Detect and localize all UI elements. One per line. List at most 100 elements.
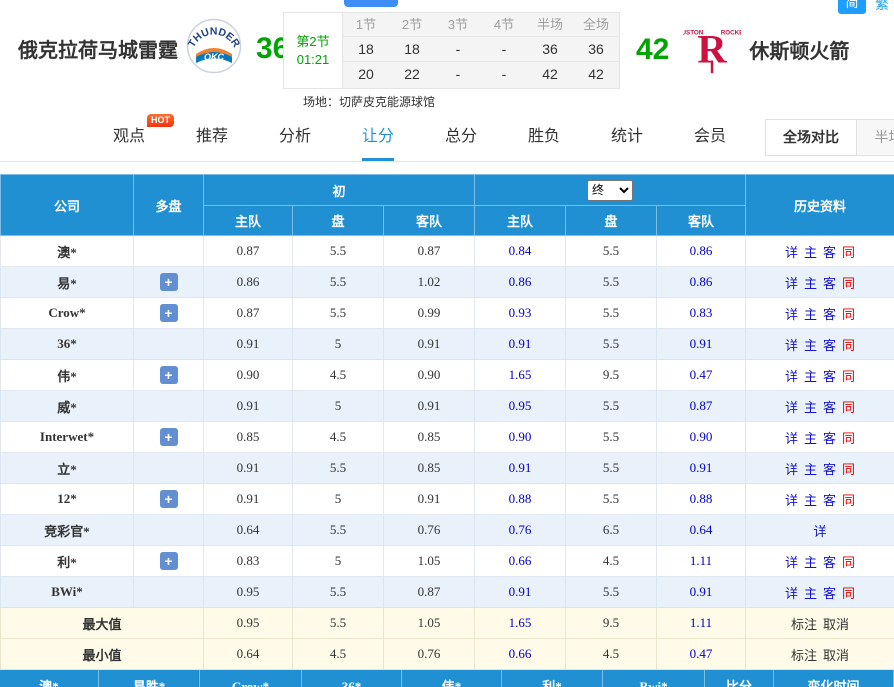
footer-column-3[interactable]: Crow*: [200, 670, 302, 687]
expand-plus-button[interactable]: +: [160, 304, 178, 322]
history-link-客[interactable]: 客: [823, 493, 836, 508]
action-link-标注[interactable]: 标注: [791, 648, 817, 663]
expand-plus-button[interactable]: +: [160, 273, 178, 291]
history-link-主[interactable]: 主: [804, 245, 817, 260]
multi-cell: [134, 453, 204, 484]
company-name: 澳*: [1, 236, 134, 267]
history-link-客[interactable]: 客: [823, 369, 836, 384]
final-away-odds: 0.91: [657, 577, 746, 608]
history-link-同[interactable]: 同: [842, 555, 855, 570]
history-link-详[interactable]: 详: [785, 369, 798, 384]
final-handicap: 5.5: [566, 422, 657, 453]
history-link-主[interactable]: 主: [804, 276, 817, 291]
footer-column-4[interactable]: 36*: [302, 670, 402, 687]
summary-final-home: 0.66: [475, 639, 566, 670]
init-handicap: 5: [293, 391, 384, 422]
action-link-取消[interactable]: 取消: [823, 617, 849, 632]
footer-column-1[interactable]: 澳*: [0, 670, 99, 687]
expand-plus-button[interactable]: +: [160, 428, 178, 446]
tab-总分[interactable]: 总分: [445, 112, 477, 161]
history-link-同[interactable]: 同: [842, 431, 855, 446]
history-link-同[interactable]: 同: [842, 586, 855, 601]
tab-胜负[interactable]: 胜负: [528, 112, 560, 161]
quarter-column-label: 4节: [481, 13, 527, 36]
summary-actions: 标注取消: [746, 639, 894, 670]
history-link-详[interactable]: 详: [785, 493, 798, 508]
multi-cell: +: [134, 360, 204, 391]
history-link-详[interactable]: 详: [785, 245, 798, 260]
nav-tabs: 观点HOT 推荐 分析 让分 总分 胜负 统计 会员: [113, 112, 777, 161]
nav-bar: 观点HOT 推荐 分析 让分 总分 胜负 统计 会员 全场对比半场对比: [0, 112, 894, 162]
history-link-主[interactable]: 主: [804, 431, 817, 446]
footer-column-8[interactable]: 比分: [705, 670, 774, 687]
init-handicap: 5: [293, 546, 384, 577]
history-link-客[interactable]: 客: [823, 307, 836, 322]
tab-推荐[interactable]: 推荐: [196, 112, 228, 161]
footer-column-7[interactable]: Bwi*: [603, 670, 705, 687]
history-link-主[interactable]: 主: [804, 462, 817, 477]
tab-label: 让分: [362, 128, 394, 145]
history-link-客[interactable]: 客: [823, 555, 836, 570]
history-link-详[interactable]: 详: [785, 431, 798, 446]
compare-toggle-button[interactable]: 全场对比: [766, 120, 857, 155]
history-link-同[interactable]: 同: [842, 307, 855, 322]
expand-plus-button[interactable]: +: [160, 552, 178, 570]
expand-plus-button[interactable]: +: [160, 366, 178, 384]
home-quarter-score: 36: [573, 37, 619, 61]
history-link-同[interactable]: 同: [842, 462, 855, 477]
history-link-客[interactable]: 客: [823, 338, 836, 353]
lang-simplified-button[interactable]: 简: [838, 0, 866, 14]
history-link-同[interactable]: 同: [842, 245, 855, 260]
history-link-详[interactable]: 详: [785, 400, 798, 415]
history-link-同[interactable]: 同: [842, 276, 855, 291]
summary-actions: 标注取消: [746, 608, 894, 639]
init-away-odds: 0.91: [384, 484, 475, 515]
footer-column-9[interactable]: 变化时间: [774, 670, 894, 687]
tab-让分[interactable]: 让分: [362, 112, 394, 161]
history-link-详[interactable]: 详: [785, 307, 798, 322]
history-link-主[interactable]: 主: [804, 555, 817, 570]
init-handicap: 5.5: [293, 515, 384, 546]
summary-label: 最小值: [1, 639, 204, 670]
history-link-详[interactable]: 详: [785, 555, 798, 570]
history-link-同[interactable]: 同: [842, 338, 855, 353]
final-select[interactable]: 终: [587, 180, 633, 201]
history-link-详[interactable]: 详: [785, 276, 798, 291]
company-name: 竞彩官*: [1, 515, 134, 546]
history-link-主[interactable]: 主: [804, 400, 817, 415]
footer-column-5[interactable]: 伟*: [402, 670, 502, 687]
history-link-主[interactable]: 主: [804, 338, 817, 353]
footer-column-2[interactable]: 易胜*: [99, 670, 200, 687]
expand-plus-button[interactable]: +: [160, 490, 178, 508]
history-link-主[interactable]: 主: [804, 586, 817, 601]
history-link-详[interactable]: 详: [814, 524, 827, 539]
history-link-详[interactable]: 详: [785, 462, 798, 477]
tab-会员[interactable]: 会员: [694, 112, 726, 161]
history-link-主[interactable]: 主: [804, 493, 817, 508]
tab-观点[interactable]: 观点HOT: [113, 112, 145, 161]
history-link-客[interactable]: 客: [823, 400, 836, 415]
lang-traditional-button[interactable]: 繁: [872, 0, 892, 14]
history-link-客[interactable]: 客: [823, 462, 836, 477]
compare-toggle-button[interactable]: 半场对比: [857, 120, 894, 155]
tab-统计[interactable]: 统计: [611, 112, 643, 161]
history-link-客[interactable]: 客: [823, 245, 836, 260]
top-tab-stub[interactable]: [344, 0, 398, 7]
footer-column-6[interactable]: 利*: [502, 670, 603, 687]
history-link-主[interactable]: 主: [804, 307, 817, 322]
final-home-odds: 0.88: [475, 484, 566, 515]
history-link-客[interactable]: 客: [823, 431, 836, 446]
action-link-标注[interactable]: 标注: [791, 617, 817, 632]
init-home-odds: 0.83: [204, 546, 293, 577]
history-link-主[interactable]: 主: [804, 369, 817, 384]
history-link-同[interactable]: 同: [842, 369, 855, 384]
action-link-取消[interactable]: 取消: [823, 648, 849, 663]
history-link-详[interactable]: 详: [785, 586, 798, 601]
tab-分析[interactable]: 分析: [279, 112, 311, 161]
summary-init-away: 1.05: [384, 608, 475, 639]
history-link-客[interactable]: 客: [823, 276, 836, 291]
history-link-详[interactable]: 详: [785, 338, 798, 353]
history-link-客[interactable]: 客: [823, 586, 836, 601]
history-link-同[interactable]: 同: [842, 400, 855, 415]
history-link-同[interactable]: 同: [842, 493, 855, 508]
